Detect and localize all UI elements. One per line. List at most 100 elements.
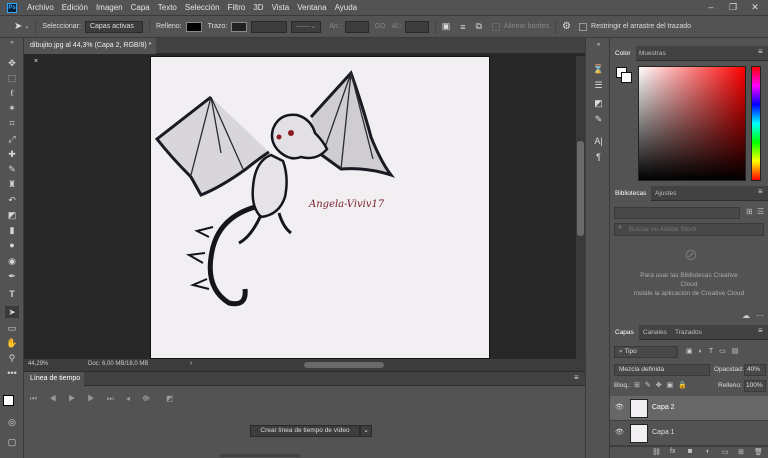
playback-controls[interactable]: ⏮◀▶▶⏭ [30,394,126,404]
path-alignment-icon[interactable]: ≡ [460,22,465,32]
menu-vista[interactable]: Vista [268,3,294,12]
eyedropper-tool-icon[interactable]: ⤢ [5,133,19,145]
stroke-swatch[interactable] [231,21,248,32]
menu-3d[interactable]: 3D [249,3,267,12]
tab-canales[interactable]: Canales [638,325,672,340]
type-tool-icon[interactable]: T [5,288,19,300]
close-tab-icon[interactable]: × [34,58,38,65]
transition-icon[interactable]: ◩ [166,394,174,403]
menu-seleccion[interactable]: Selección [181,3,224,12]
path-selection-tool-icon[interactable]: ➤ [14,21,22,32]
layer-row-capa-1[interactable]: 👁 Capa 1 [610,421,768,446]
horizontal-scroll-thumb[interactable] [304,362,384,368]
brush-panel-icon[interactable]: ✎ [592,114,605,125]
canvas-image[interactable]: Angela-Viviv17 [150,56,490,359]
menu-texto[interactable]: Texto [154,3,181,12]
properties-panel-icon[interactable]: ☰ [592,80,605,91]
history-brush-tool-icon[interactable]: ↶ [5,194,19,206]
menu-imagen[interactable]: Imagen [92,3,127,12]
menu-edicion[interactable]: Edición [58,3,92,12]
group-icon[interactable]: ▭ [722,448,729,456]
timeline-menu-icon[interactable]: ≡ [574,373,579,382]
timeline-mode-chevron-icon[interactable]: ⌄ [360,425,372,437]
select-dropdown[interactable]: Capas activas [84,20,143,33]
bg-color-chip[interactable] [621,72,632,83]
timeline-tab[interactable]: Línea de tiempo [24,372,84,386]
menu-filtro[interactable]: Filtro [224,3,250,12]
adjustment-icon[interactable]: ◐ [706,448,710,455]
layer-filter-dropdown[interactable]: ⌕ Tipo [614,346,678,358]
layer-filter-icons[interactable]: ▣◐T▭▤ [686,347,744,355]
clone-stamp-tool-icon[interactable]: ♜ [5,178,19,190]
shape-tool-icon[interactable]: ▭ [5,322,19,334]
stroke-width-field[interactable] [251,20,288,33]
menu-ayuda[interactable]: Ayuda [331,3,362,12]
split-icon[interactable]: ✂ [144,394,151,403]
libraries-menu-icon[interactable]: ≡ [758,187,763,196]
character-panel-icon[interactable]: A| [592,136,605,147]
link-dimensions-icon[interactable]: GO [375,23,386,30]
crop-tool-icon[interactable]: ⌗ [5,117,19,129]
path-selection-tool-icon[interactable]: ➤ [5,306,19,318]
marquee-tool-icon[interactable]: ⬚ [5,72,19,84]
dodge-tool-icon[interactable]: ◉ [5,255,19,267]
zoom-level[interactable]: 44,29% [28,361,48,367]
quick-mask-icon[interactable]: ◎ [5,416,19,428]
history-panel-icon[interactable]: ⌛ [592,64,605,75]
create-video-timeline-button[interactable]: Crear línea de tiempo de vídeo [250,425,360,437]
vertical-scrollbar[interactable] [576,56,585,359]
link-icon[interactable]: ⛓ [652,448,661,456]
brush-tool-icon[interactable]: ✎ [5,163,19,175]
lasso-tool-icon[interactable]: ℓ [5,87,19,99]
tab-ajustes[interactable]: Ajustes [650,186,681,201]
blur-tool-icon[interactable]: ● [5,239,19,251]
layer-name[interactable]: Capa 1 [652,429,675,436]
menu-ventana[interactable]: Ventana [293,3,330,12]
tab-capas[interactable]: Capas [610,325,639,340]
color-field[interactable] [638,66,746,181]
tab-trazados[interactable]: Trazados [670,325,707,340]
screen-mode-icon[interactable]: ▢ [5,436,19,448]
eraser-tool-icon[interactable]: ◩ [5,209,19,221]
fill-swatch[interactable] [185,21,202,32]
opacity-field[interactable]: 40% [744,364,766,376]
magic-wand-tool-icon[interactable]: ✶ [5,102,19,114]
grid-view-icon[interactable]: ⊞ [746,207,753,216]
foreground-color-swatch[interactable] [3,395,14,406]
mask-icon[interactable]: ◙ [688,448,692,455]
tab-muestras[interactable]: Muestras [634,46,671,61]
height-field[interactable] [404,20,429,33]
layer-name[interactable]: Capa 2 [652,404,675,411]
swatch-panel-icon[interactable]: ◩ [592,98,605,109]
new-layer-icon[interactable]: ⊞ [738,448,744,456]
paragraph-panel-icon[interactable]: ¶ [592,152,605,163]
move-tool-icon[interactable]: ✥ [5,57,19,69]
minimize-button[interactable]: – [700,0,722,16]
layers-menu-icon[interactable]: ≡ [758,326,763,335]
menu-capa[interactable]: Capa [127,3,154,12]
close-window-button[interactable]: ✕ [744,0,766,16]
restrict-drag-checkbox[interactable] [579,22,588,31]
vertical-scroll-thumb[interactable] [577,141,584,236]
tab-bibliotecas[interactable]: Bibliotecas [610,186,652,201]
lock-icons[interactable]: ⊞✎✥▣🔒 [634,381,692,389]
gradient-tool-icon[interactable]: ▮ [5,224,19,236]
path-operations-icon[interactable]: ▣ [442,21,451,32]
trash-icon[interactable]: 🗑 [754,448,763,456]
fx-icon[interactable]: fx [670,448,675,455]
collapse-toolbar-icon[interactable]: » [5,40,19,46]
collapse-dock-icon[interactable]: « [592,42,605,53]
visibility-eye-icon[interactable]: 👁 [615,429,624,436]
fill-field[interactable]: 100% [744,380,766,392]
layer-row-capa-2[interactable]: 👁 Capa 2 [610,396,768,421]
cloud-sync-icon[interactable]: ☁ [742,311,750,320]
hue-slider[interactable] [751,66,761,181]
timeline-zoom-slider[interactable] [220,454,300,457]
list-view-icon[interactable]: ☰ [757,207,764,216]
library-dropdown[interactable] [614,207,740,219]
visibility-eye-icon[interactable]: 👁 [615,404,624,411]
color-panel-menu-icon[interactable]: ≡ [758,47,763,56]
gear-icon[interactable]: ⚙ [562,21,571,32]
maximize-button[interactable]: ❐ [722,0,744,16]
healing-brush-tool-icon[interactable]: ✚ [5,148,19,160]
